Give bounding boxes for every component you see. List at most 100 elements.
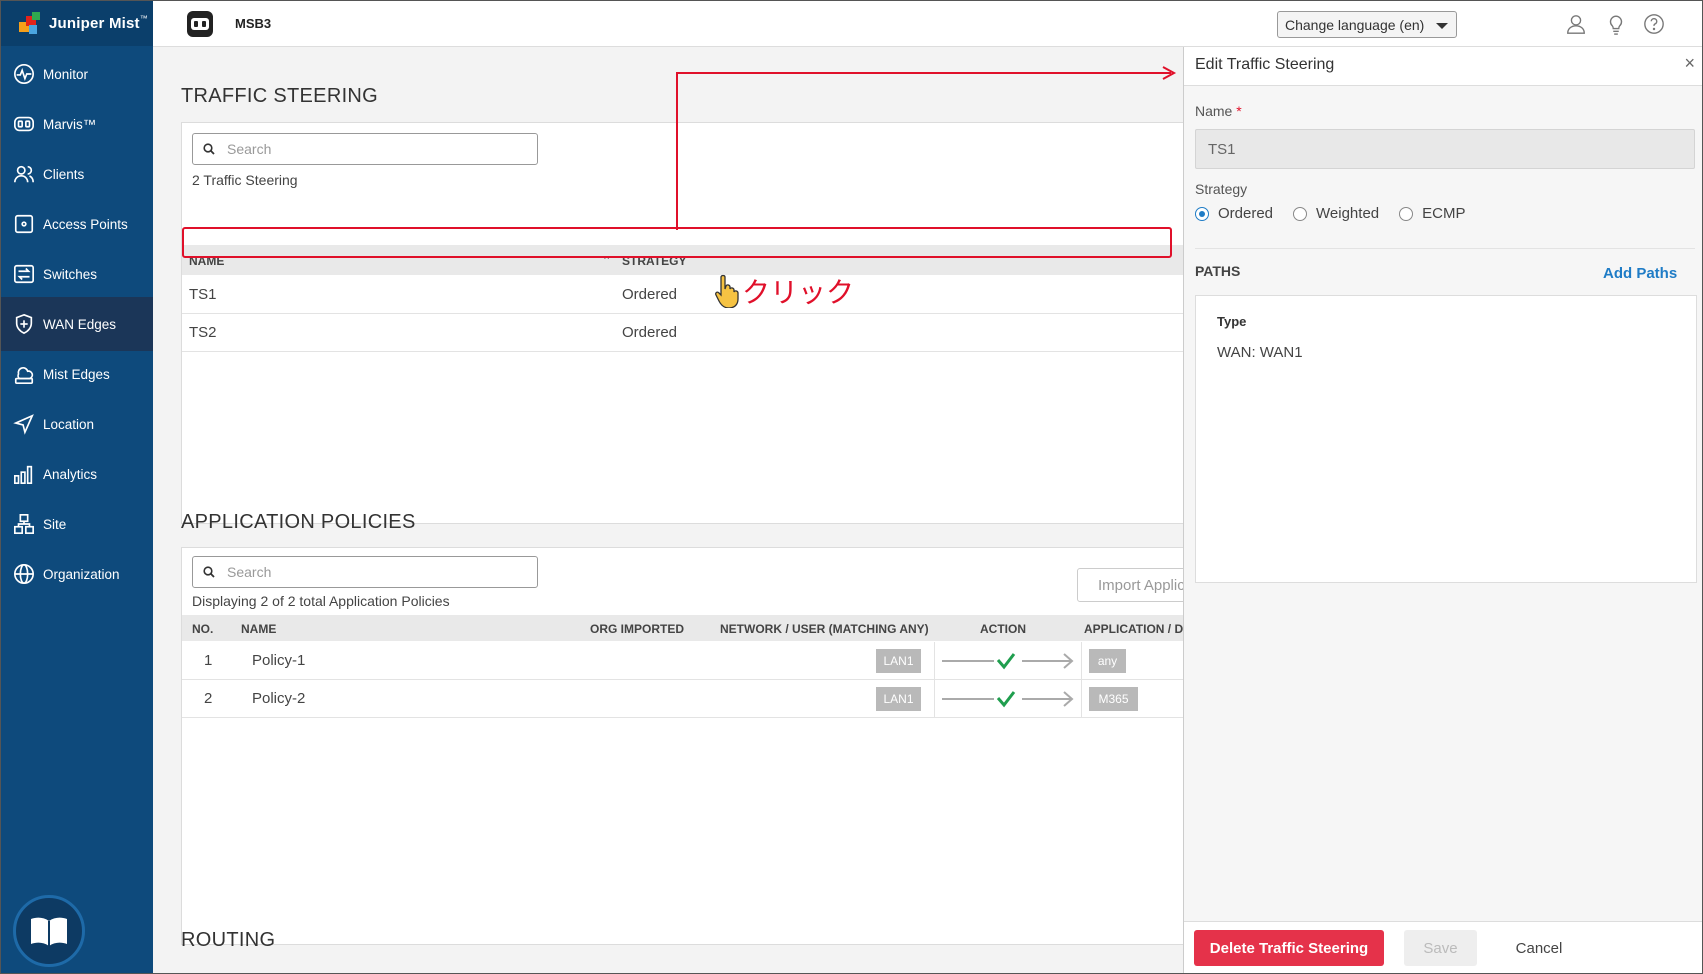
column-application: APPLICATION / D — [1084, 622, 1183, 636]
search-icon — [203, 566, 215, 578]
network-tag[interactable]: LAN1 — [876, 649, 921, 673]
sidebar-item-label: Switches — [43, 266, 98, 282]
name-label-text: Name — [1195, 103, 1233, 119]
row-number: 2 — [204, 690, 213, 707]
paths-table: Type WAN: WAN1 — [1195, 295, 1697, 583]
sidebar-item-clients[interactable]: Clients — [1, 147, 153, 201]
column-name: NAME — [241, 622, 277, 636]
sidebar-item-label: Monitor — [43, 66, 89, 82]
sidebar-item-label: WAN Edges — [43, 316, 117, 332]
row-name: Policy-1 — [252, 652, 306, 669]
caret-down-icon — [1436, 23, 1448, 29]
sidebar-item-label: Site — [43, 516, 67, 532]
site-avatar-icon[interactable] — [187, 11, 213, 37]
name-label: Name * — [1195, 103, 1242, 119]
strategy-radio-group: Ordered Weighted ECMP — [1195, 205, 1485, 222]
sidebar-item-label: Mist Edges — [43, 366, 110, 382]
search-icon — [203, 143, 215, 155]
cancel-button[interactable]: Cancel — [1504, 930, 1574, 966]
sidebar-item-location[interactable]: Location — [1, 397, 153, 451]
language-select[interactable]: Change language (en) — [1277, 11, 1457, 38]
column-divider — [1081, 642, 1082, 718]
divider — [1195, 248, 1695, 249]
routing-title: ROUTING — [181, 929, 276, 951]
network-tag[interactable]: LAN1 — [876, 687, 921, 711]
column-network-user: NETWORK / USER (MATCHING ANY) — [720, 622, 929, 636]
strategy-option-ordered[interactable]: Ordered — [1195, 205, 1273, 222]
clients-icon — [13, 163, 35, 185]
sidebar-item-marvis[interactable]: Marvis™ — [1, 97, 153, 151]
traffic-steering-search[interactable] — [192, 133, 538, 165]
row-strategy: Ordered — [622, 286, 678, 303]
table-row[interactable]: 1 Policy-1 LAN1 any — [182, 642, 1183, 680]
annotation-arrow — [676, 66, 1177, 230]
mist-edges-icon — [13, 363, 35, 385]
sidebar-item-monitor[interactable]: Monitor — [1, 47, 153, 101]
sidebar-item-organization[interactable]: Organization — [1, 547, 153, 601]
allow-action-icon[interactable] — [942, 648, 1082, 674]
radio-unselected-icon — [1399, 206, 1414, 221]
add-paths-button[interactable]: Add Paths — [1603, 265, 1677, 282]
row-name: TS1 — [189, 286, 217, 303]
delete-traffic-steering-button[interactable]: Delete Traffic Steering — [1194, 930, 1384, 966]
sidebar-item-site[interactable]: Site — [1, 497, 153, 551]
documentation-book-icon[interactable] — [13, 895, 85, 967]
lightbulb-icon[interactable] — [1605, 13, 1627, 35]
save-button[interactable]: Save — [1404, 930, 1477, 966]
analytics-icon — [13, 463, 35, 485]
access-points-icon — [13, 213, 35, 235]
sidebar-item-access-points[interactable]: Access Points — [1, 197, 153, 251]
juniper-logo-icon — [19, 11, 43, 36]
site-icon — [13, 513, 35, 535]
wan-edges-icon — [13, 313, 35, 335]
row-number: 1 — [204, 652, 213, 669]
user-icon[interactable] — [1565, 13, 1587, 35]
application-policies-title: APPLICATION POLICIES — [181, 511, 416, 533]
sidebar-item-wan-edges[interactable]: WAN Edges — [1, 297, 153, 351]
option-label: ECMP — [1422, 205, 1466, 222]
application-tag[interactable]: M365 — [1089, 687, 1138, 711]
panel-header: Edit Traffic Steering × — [1184, 47, 1702, 86]
brand[interactable]: Juniper Mist ™ — [1, 1, 153, 46]
sidebar-item-analytics[interactable]: Analytics — [1, 447, 153, 501]
site-name[interactable]: MSB3 — [235, 16, 271, 31]
traffic-steering-count: 2 Traffic Steering — [192, 172, 298, 188]
path-item[interactable]: WAN: WAN1 — [1217, 344, 1303, 361]
name-field[interactable]: TS1 — [1195, 129, 1695, 169]
row-name: Policy-2 — [252, 690, 306, 707]
table-row[interactable]: TS2 Ordered — [182, 314, 1183, 352]
sidebar-item-label: Clients — [43, 166, 85, 182]
strategy-option-ecmp[interactable]: ECMP — [1399, 205, 1465, 222]
radio-unselected-icon — [1293, 206, 1308, 221]
search-input[interactable] — [225, 563, 529, 581]
brand-tm: ™ — [139, 14, 148, 23]
click-annotation: クリック — [742, 276, 855, 309]
brand-name: Juniper Mist — [49, 15, 140, 32]
required-marker: * — [1236, 103, 1242, 119]
switches-icon — [13, 263, 35, 285]
strategy-option-weighted[interactable]: Weighted — [1293, 205, 1379, 222]
monitor-icon — [13, 63, 35, 85]
column-org-imported: ORG IMPORTED — [590, 622, 685, 636]
sidebar-item-switches[interactable]: Switches — [1, 247, 153, 301]
table-row[interactable]: 2 Policy-2 LAN1 M365 — [182, 680, 1183, 718]
close-icon[interactable]: × — [1684, 53, 1695, 74]
application-tag[interactable]: any — [1089, 649, 1126, 673]
sidebar-item-mist-edges[interactable]: Mist Edges — [1, 347, 153, 401]
application-policies-card: Import Applica Displaying 2 of 2 total A… — [181, 547, 1183, 945]
search-input[interactable] — [225, 140, 529, 158]
marvis-icon — [13, 113, 35, 135]
panel-footer: Delete Traffic Steering Save Cancel — [1184, 921, 1702, 973]
help-icon[interactable] — [1643, 13, 1665, 35]
allow-action-icon[interactable] — [942, 686, 1082, 712]
column-divider — [934, 642, 935, 718]
column-no: NO. — [192, 622, 214, 636]
application-policies-search[interactable] — [192, 556, 538, 588]
sidebar-item-label: Marvis™ — [43, 116, 97, 132]
table-row[interactable]: TS1 Ordered — [182, 276, 1183, 314]
import-applications-button[interactable]: Import Applica — [1077, 568, 1183, 602]
radio-selected-icon — [1195, 206, 1209, 221]
sidebar-item-label: Analytics — [43, 466, 98, 482]
row-strategy: Ordered — [622, 324, 678, 341]
sidebar-item-label: Location — [43, 416, 95, 432]
